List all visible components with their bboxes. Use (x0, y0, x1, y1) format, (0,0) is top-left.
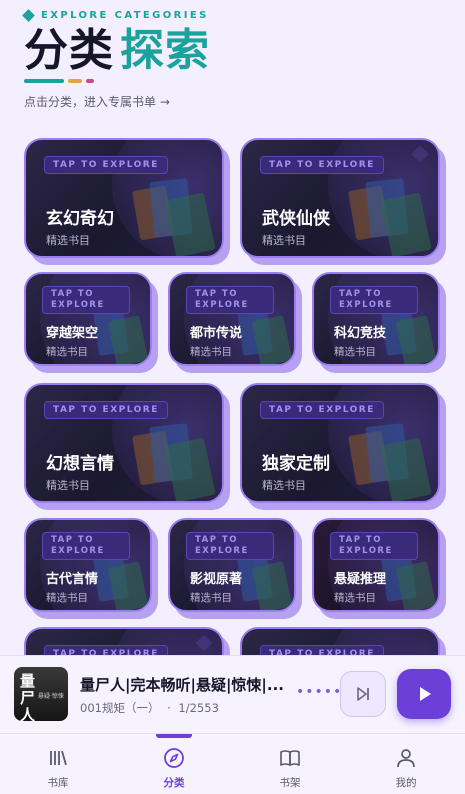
category-card[interactable]: TAP TO EXPLORE 都市传说 精选书目 (168, 272, 296, 366)
book-open-icon (280, 750, 300, 766)
category-card[interactable]: TAP TO EXPLORE 玄幻奇幻 精选书目 (24, 138, 224, 258)
category-sub: 精选书目 (334, 592, 376, 604)
track-title[interactable]: 量尸人|完本畅听|悬疑|惊悚|... (80, 674, 290, 695)
tap-to-explore-tag: TAP TO EXPLORE (186, 532, 274, 560)
album-cover[interactable]: 量尸人 悬疑·惊悚 (14, 667, 68, 721)
nav-label: 分类 (163, 777, 185, 789)
more-dots-icon[interactable]: ••••• (296, 684, 342, 700)
category-name: 科幻竞技 (334, 326, 387, 341)
category-sub: 精选书目 (46, 346, 88, 358)
category-card[interactable]: TAP TO EXPLORE 穿越架空 精选书目 (24, 272, 152, 366)
category-name: 穿越架空 (46, 326, 99, 341)
nav-item-bookshelf[interactable]: 书架 (232, 734, 348, 794)
category-sub: 精选书目 (190, 592, 232, 604)
play-button[interactable] (397, 669, 451, 719)
category-name: 都市传说 (190, 326, 243, 341)
compass-icon (164, 748, 184, 768)
tap-to-explore-tag: TAP TO EXPLORE (42, 286, 130, 314)
nav-item-library[interactable]: 书库 (0, 734, 116, 794)
category-name: 悬疑推理 (334, 572, 387, 587)
category-name: 独家定制 (262, 454, 330, 474)
tap-to-explore-tag: TAP TO EXPLORE (330, 286, 418, 314)
category-card[interactable]: TAP TO EXPLORE 独家定制 精选书目 (240, 383, 440, 503)
user-icon (397, 749, 415, 768)
category-name: 古代言情 (46, 572, 99, 587)
category-card[interactable]: TAP TO EXPLORE 古代言情 精选书目 (24, 518, 152, 612)
nav-label: 书架 (279, 777, 301, 789)
category-sub: 精选书目 (190, 346, 232, 358)
category-name: 武侠仙侠 (262, 209, 330, 229)
category-sub: 精选书目 (46, 479, 90, 492)
bottom-nav: 书库 分类 书架 我的 (0, 733, 465, 794)
library-icon (50, 750, 67, 766)
nav-label: 书库 (47, 777, 69, 789)
episode-label: 001规矩（一） (80, 701, 160, 715)
category-sub: 精选书目 (334, 346, 376, 358)
tap-to-explore-tag: TAP TO EXPLORE (44, 156, 168, 174)
play-icon (420, 687, 431, 701)
category-sub: 精选书目 (262, 234, 306, 247)
mini-player[interactable]: 量尸人 悬疑·惊悚 量尸人|完本畅听|悬疑|惊悚|... 001规矩（一） · … (0, 655, 465, 733)
tap-to-explore-tag: TAP TO EXPLORE (186, 286, 274, 314)
nav-item-categories[interactable]: 分类 (116, 734, 232, 794)
progress-count: 1/2553 (178, 701, 219, 715)
nav-label: 我的 (395, 777, 417, 789)
tap-to-explore-tag: TAP TO EXPLORE (260, 401, 384, 419)
tap-to-explore-tag: TAP TO EXPLORE (260, 156, 384, 174)
category-sub: 精选书目 (46, 592, 88, 604)
cover-sub: 悬疑·惊悚 (38, 693, 64, 700)
category-sub: 精选书目 (46, 234, 90, 247)
cover-title: 量尸人 (20, 672, 36, 722)
category-card[interactable]: TAP TO EXPLORE 悬疑推理 精选书目 (312, 518, 440, 612)
skip-next-icon (357, 687, 369, 701)
category-name: 影视原著 (190, 572, 243, 587)
nav-item-profile[interactable]: 我的 (348, 734, 464, 794)
tap-to-explore-tag: TAP TO EXPLORE (44, 401, 168, 419)
category-card[interactable]: TAP TO EXPLORE 科幻竞技 精选书目 (312, 272, 440, 366)
category-card[interactable]: TAP TO EXPLORE 影视原著 精选书目 (168, 518, 296, 612)
category-name: 幻想言情 (46, 454, 114, 474)
tap-to-explore-tag: TAP TO EXPLORE (330, 532, 418, 560)
category-card[interactable]: TAP TO EXPLORE 武侠仙侠 精选书目 (240, 138, 440, 258)
tap-to-explore-tag: TAP TO EXPLORE (42, 532, 130, 560)
category-name: 玄幻奇幻 (46, 209, 114, 229)
track-info: 001规矩（一） · 1/2553 (80, 700, 219, 716)
category-card[interactable]: TAP TO EXPLORE 幻想言情 精选书目 (24, 383, 224, 503)
next-track-button[interactable] (340, 671, 386, 717)
active-indicator (156, 734, 192, 738)
category-sub: 精选书目 (262, 479, 306, 492)
separator: · (167, 701, 171, 715)
